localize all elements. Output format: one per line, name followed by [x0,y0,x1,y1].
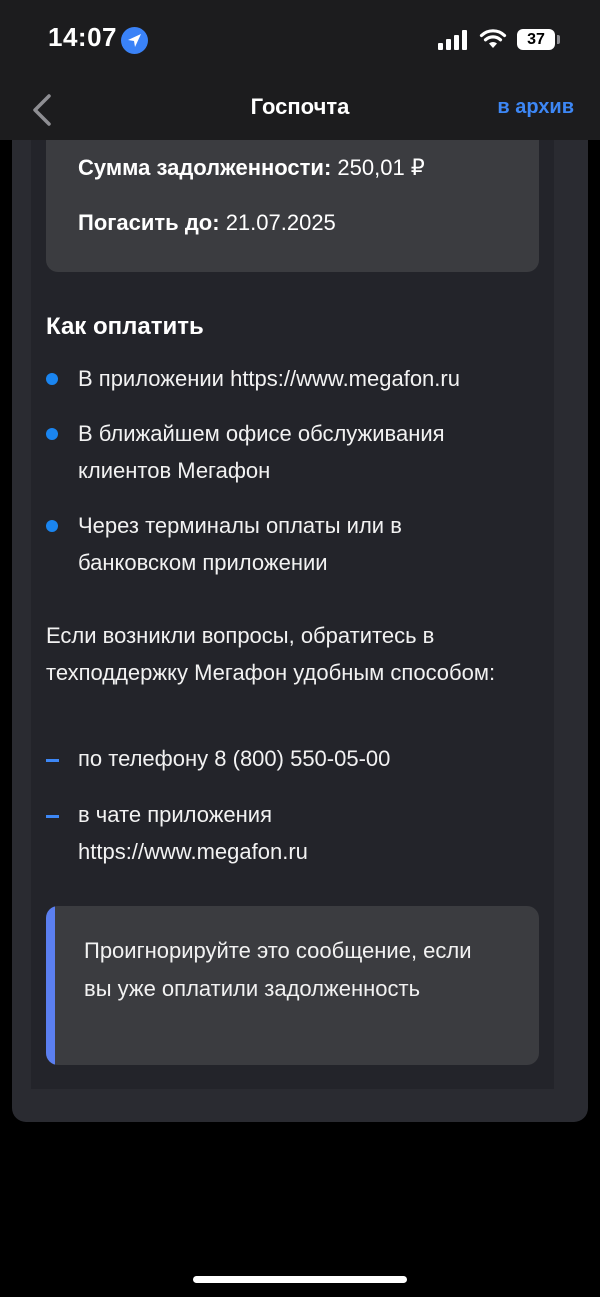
debt-amount: Сумма задолженности: 250,01 ₽ [78,155,425,181]
status-bar: 14:07 37 [0,0,600,80]
bullet-dot [46,373,58,385]
pay-option-terminal: Через терминалы оплаты или в банковском … [78,513,402,575]
nav-bar: Госпочта в архив [0,80,600,140]
debt-amount-value: 250,01 ₽ [337,155,425,180]
dash-marker [46,759,59,762]
location-arrow-icon [121,27,148,54]
notice-box: Проигнорируйте это сообщение, если вы уж… [46,906,539,1065]
archive-button[interactable]: в архив [497,96,574,119]
battery-nub [557,35,560,44]
status-time: 14:07 [48,22,117,52]
debt-due-value: 21.07.2025 [225,210,336,235]
pay-option-office: В ближайшем офисе обслуживания клиентов … [78,421,445,483]
dash-marker [46,815,59,818]
support-text: Если возникли вопросы, обратитесь в техп… [46,623,496,685]
battery-icon: 37 [517,29,555,50]
notice-accent-bar [46,906,55,1065]
signal-icon [438,30,467,50]
debt-due-label: Погасить до: [78,210,220,235]
wifi-icon [479,29,507,48]
support-phone: по телефону 8 (800) 550-05-00 [78,746,391,771]
notice-text: Проигнорируйте это сообщение, если вы уж… [84,938,472,1001]
bullet-dot [46,428,58,440]
debt-amount-label: Сумма задолженности: [78,155,332,180]
debt-due-date: Погасить до: 21.07.2025 [78,210,336,236]
support-chat: в чате приложения https://www.megafon.ru [78,802,308,864]
bullet-dot [46,520,58,532]
pay-option-app: В приложении https://www.megafon.ru [78,366,460,391]
how-to-pay-title: Как оплатить [46,313,204,340]
home-indicator[interactable] [193,1276,407,1283]
